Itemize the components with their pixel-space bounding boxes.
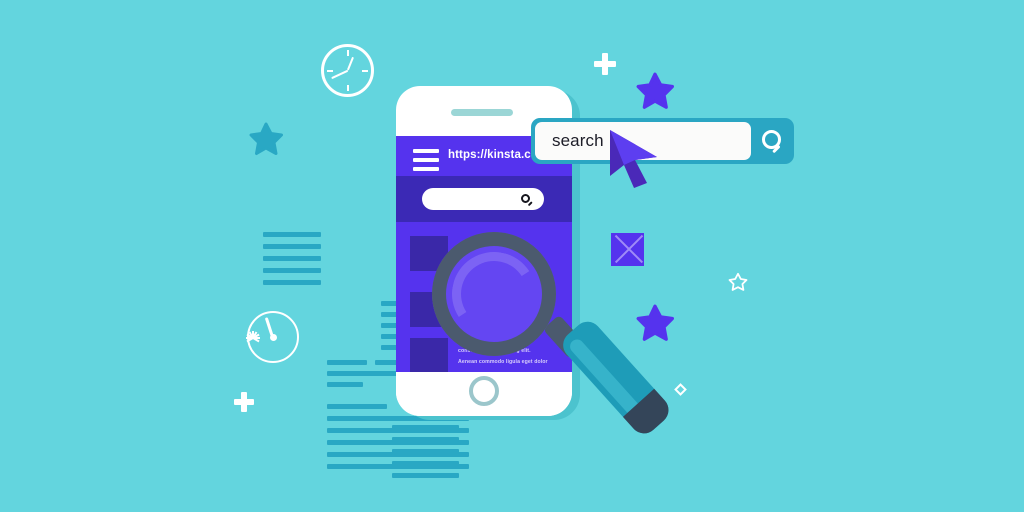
- star-icon-purple-right: [636, 304, 674, 341]
- hamburger-menu-icon[interactable]: [413, 149, 439, 171]
- plus-icon-top: [594, 53, 616, 75]
- phone-speaker: [451, 109, 513, 116]
- image-placeholder: [410, 338, 448, 373]
- star-icon-purple-top: [636, 72, 674, 109]
- magnifier-icon-stem: [527, 201, 533, 207]
- star-icon-teal: [249, 122, 283, 155]
- magnifier-lens-ring: [432, 232, 556, 356]
- image-placeholder-icon: [611, 233, 644, 266]
- gauge-icon: [246, 311, 299, 363]
- mouse-pointer-icon: [610, 130, 657, 188]
- phone-search-band: [396, 176, 572, 222]
- plus-icon-bottom: [234, 392, 254, 412]
- phone-search-input[interactable]: [422, 188, 544, 210]
- list-item-line: Aenean commodo ligula eget dolor: [458, 359, 548, 365]
- home-button[interactable]: [469, 376, 499, 406]
- search-input-value: search: [552, 131, 604, 150]
- magnifier-icon: [521, 194, 530, 203]
- diamond-icon: [674, 383, 687, 396]
- text-lines-block: [392, 425, 459, 478]
- text-lines-block: [263, 232, 321, 285]
- illustration-canvas: https://kinsta.com Lorem ipsum dolor sit…: [0, 0, 1024, 512]
- star-outline-icon: [728, 272, 748, 291]
- clock-icon: [321, 44, 374, 97]
